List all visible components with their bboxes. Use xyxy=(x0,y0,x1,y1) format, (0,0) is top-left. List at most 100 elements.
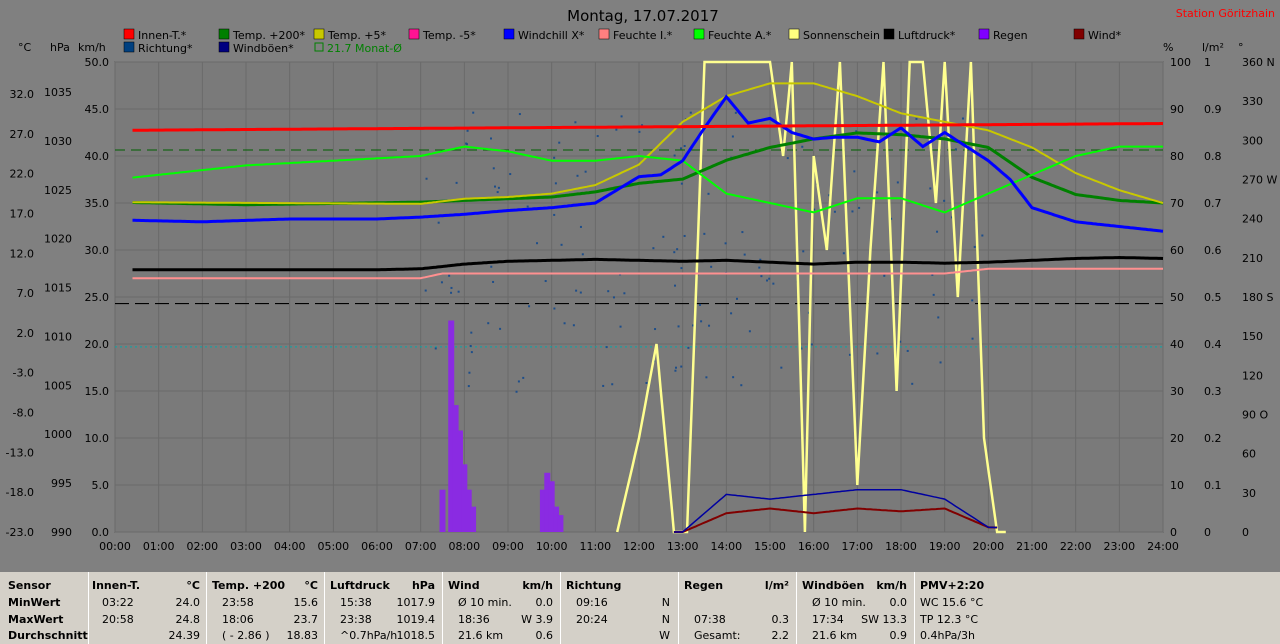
direction-dot xyxy=(450,286,453,289)
legend-swatch-7 xyxy=(788,28,800,40)
direction-dot xyxy=(553,156,556,159)
direction-dot xyxy=(734,111,737,114)
direction-dot xyxy=(472,111,475,114)
tick-hpa-5: 1010 xyxy=(44,330,72,343)
direction-dot xyxy=(680,267,683,270)
direction-dot xyxy=(700,320,703,323)
legend-label-5: Feuchte I.* xyxy=(613,29,673,42)
cell-regen-1-b: 0.3 xyxy=(771,612,790,626)
direction-dot xyxy=(620,115,623,118)
tick-pct-1: 90 xyxy=(1170,103,1184,116)
col-unit-innen: °C xyxy=(186,579,200,592)
legend-label-0: Innen-T.* xyxy=(138,29,187,42)
direction-dot xyxy=(730,312,733,315)
direction-dot xyxy=(705,376,708,379)
legend-swatch-1 xyxy=(218,28,230,40)
direction-dot xyxy=(740,384,743,387)
direction-dot xyxy=(973,245,976,248)
direction-dot xyxy=(515,390,518,393)
table-divider xyxy=(796,572,797,644)
tick-dir-3: 270 W xyxy=(1242,174,1277,187)
direction-dot xyxy=(602,384,605,387)
cell-temp200-0-a: 23:58 xyxy=(222,596,254,609)
direction-dot xyxy=(607,290,610,293)
direction-dot xyxy=(732,376,735,379)
cell-wind-2-b: 0.6 xyxy=(535,629,554,642)
cell-boen-1-b: SW 13.3 xyxy=(861,612,907,626)
col-header-wind: Wind xyxy=(448,579,480,592)
direction-dot xyxy=(467,385,470,388)
direction-dot xyxy=(731,135,734,138)
table-divider xyxy=(678,572,679,644)
direction-dot xyxy=(760,275,763,278)
legend-label-12: Windböen* xyxy=(233,42,294,55)
cell-richtung-1-b: N xyxy=(661,612,670,626)
table-divider xyxy=(88,572,89,644)
col-unit-luft: hPa xyxy=(411,579,435,592)
cell-innen-0-a: 03:22 xyxy=(102,596,134,609)
table-divider xyxy=(206,572,207,644)
tick-dir-4: 240 xyxy=(1242,213,1263,226)
tick-hpa-8: 995 xyxy=(51,477,72,490)
tick-kmh-10: 0.0 xyxy=(92,526,110,539)
cell-luft-0-a: 15:38 xyxy=(340,596,372,609)
tick-x-21: 21:00 xyxy=(1016,540,1048,553)
tick-x-11: 11:00 xyxy=(579,540,611,553)
tick-kmh-3: 35.0 xyxy=(85,197,110,210)
row-label-max: MaxWert xyxy=(8,613,64,626)
direction-dot xyxy=(466,129,469,132)
direction-dot xyxy=(703,232,706,235)
direction-dot xyxy=(579,291,582,294)
cell-boen-0-b: 0.0 xyxy=(889,596,908,609)
tick-x-13: 13:00 xyxy=(667,540,699,553)
tick-pct-4: 60 xyxy=(1170,244,1184,257)
tick-dir-12: 0 xyxy=(1242,526,1249,539)
tick-dir-7: 150 xyxy=(1242,330,1263,343)
direction-dot xyxy=(605,346,608,349)
tick-hpa-0: 1035 xyxy=(44,86,72,99)
legend-swatch-2 xyxy=(313,28,325,40)
direction-dot xyxy=(492,167,495,170)
tick-rain-9: 0.1 xyxy=(1204,479,1222,492)
cell-temp200-2-b: 18.83 xyxy=(286,629,319,642)
tick-temp-4: 12.0 xyxy=(10,247,35,260)
col-header-pmv: PMV+2:20 xyxy=(920,579,985,592)
tick-x-2: 02:00 xyxy=(186,540,218,553)
tick-x-22: 22:00 xyxy=(1060,540,1092,553)
direction-dot xyxy=(802,250,805,253)
direction-dot xyxy=(437,221,440,224)
tick-pct-8: 20 xyxy=(1170,432,1184,445)
direction-dot xyxy=(572,324,575,327)
direction-dot xyxy=(929,187,932,190)
direction-dot xyxy=(858,206,861,209)
tick-x-9: 09:00 xyxy=(492,540,524,553)
direction-dot xyxy=(698,303,701,306)
direction-dot xyxy=(615,128,618,131)
direction-dot xyxy=(576,174,579,177)
cell-regen-2-b: 2.2 xyxy=(771,629,790,642)
direction-dot xyxy=(772,282,775,285)
direction-dot xyxy=(645,381,648,384)
direction-dot xyxy=(883,274,886,277)
direction-dot xyxy=(735,297,738,300)
direction-dot xyxy=(457,290,460,293)
tick-pct-3: 70 xyxy=(1170,197,1184,210)
col-unit-wind: km/h xyxy=(522,579,553,592)
direction-dot xyxy=(654,328,657,331)
tick-rain-6: 0.4 xyxy=(1204,338,1222,351)
tick-temp-2: 22.0 xyxy=(10,168,35,181)
chart-area: Montag, 17.07.2017 Station Göritzhain °C hP… xyxy=(0,0,1280,572)
tick-dir-11: 30 xyxy=(1242,487,1256,500)
direction-dot xyxy=(748,330,751,333)
legend-label-2: Temp. +5* xyxy=(327,29,387,42)
direction-dot xyxy=(558,141,561,144)
tick-pct-2: 80 xyxy=(1170,150,1184,163)
cell-richtung-2-b: W xyxy=(659,629,670,642)
direction-dot xyxy=(526,205,529,208)
col-unit-temp200: °C xyxy=(304,579,318,592)
tick-pct-0: 100 xyxy=(1170,56,1191,69)
direction-dot xyxy=(801,145,804,148)
tick-rain-3: 0.7 xyxy=(1204,197,1222,210)
direction-dot xyxy=(450,291,453,294)
direction-dot xyxy=(689,111,692,114)
